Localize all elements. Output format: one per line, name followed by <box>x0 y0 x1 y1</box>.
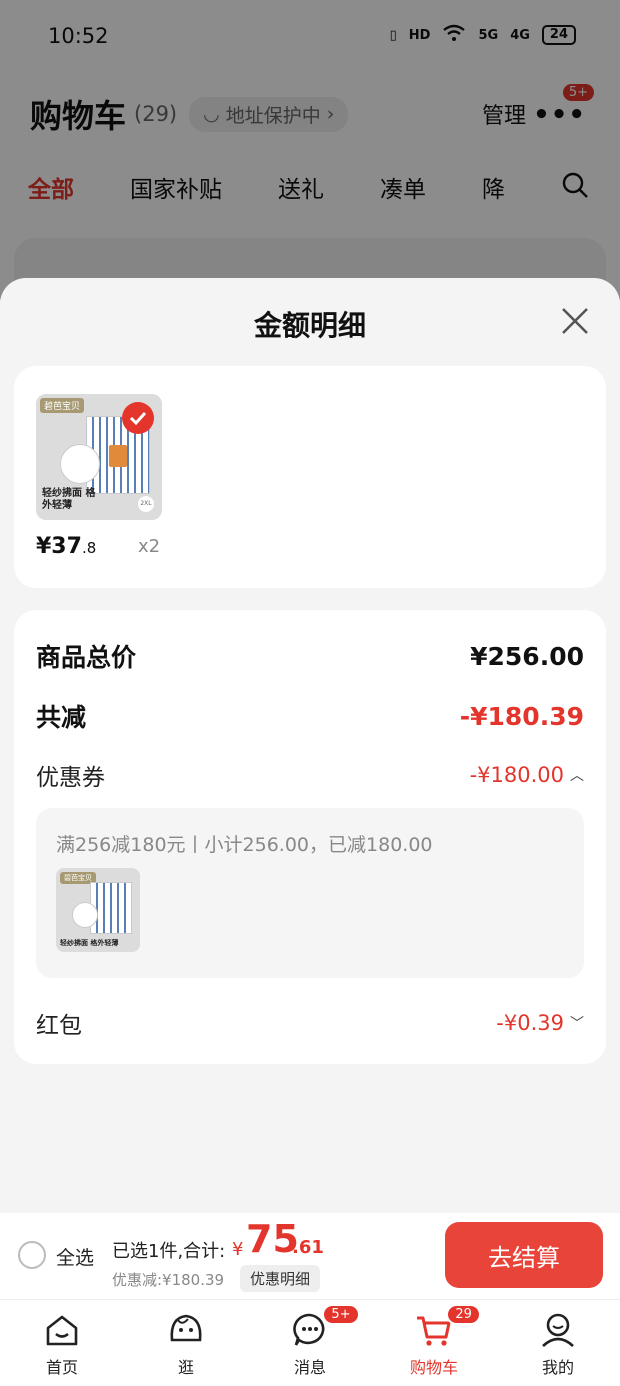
selected-check-icon <box>122 402 154 434</box>
coupon-value-wrap: -¥180.00 ︿ <box>470 763 584 787</box>
tab-messages[interactable]: 消息 5+ <box>248 1300 372 1386</box>
home-icon <box>46 1315 78 1346</box>
redpacket-value: -¥0.39 <box>496 1011 564 1035</box>
tab-cart[interactable]: 购物车 29 <box>372 1300 496 1386</box>
browse-icon <box>170 1314 202 1342</box>
product-list-card: 碧芭宝贝 轻纱拂面 格外轻薄 2XL ¥37.8 x2 <box>14 366 606 588</box>
amount-detail-sheet: 金额明细 碧芭宝贝 轻纱拂面 格外轻薄 2XL ¥37.8 x2 商品总价 ¥2… <box>0 278 620 1213</box>
coupon-product-thumbnail[interactable]: 碧芭宝贝 轻纱拂面 格外轻薄 <box>56 868 140 952</box>
selected-count-label: 已选1件,合计: <box>112 1241 226 1262</box>
coupon-value: -¥180.00 <box>469 763 564 787</box>
price-decimal: .8 <box>81 539 97 557</box>
total-amount-decimal: .61 <box>292 1237 324 1258</box>
product-quantity: x2 <box>138 536 161 557</box>
coupon-detail-box: 满256减180元丨小计256.00，已减180.00 碧芭宝贝 轻纱拂面 格外… <box>36 808 584 978</box>
discount-amount: 优惠减:¥180.39 <box>112 1271 225 1289</box>
select-all-label[interactable]: 全选 <box>56 1243 94 1270</box>
total-reduction-label: 共减 <box>36 703 87 732</box>
coupon-row[interactable]: 优惠券 -¥180.00 ︿ <box>36 758 584 792</box>
product-roll-image <box>60 444 100 484</box>
thumb-caption: 轻纱拂面 格外轻薄 <box>60 939 119 947</box>
total-reduction-value: -¥180.39 <box>459 701 584 731</box>
cart-badge: 29 <box>446 1304 481 1325</box>
total-reduction-row: 共减 -¥180.39 <box>36 698 584 734</box>
messages-badge: 5+ <box>322 1304 360 1325</box>
total-amount-integer: 75 <box>246 1217 299 1261</box>
thumb-brand-tag: 碧芭宝贝 <box>40 398 85 413</box>
redpacket-label: 红包 <box>36 1013 82 1039</box>
redpacket-value-wrap: -¥0.39 ﹀ <box>496 1011 584 1035</box>
chevron-down-icon[interactable]: ﹀ <box>570 1013 584 1033</box>
total-price-label: 商品总价 <box>36 643 137 672</box>
tab-home[interactable]: 首页 <box>0 1300 124 1386</box>
tab-profile[interactable]: 我的 <box>496 1300 620 1386</box>
product-roll-image <box>72 902 98 928</box>
product-price: ¥37.8 <box>36 534 96 559</box>
select-all-radio[interactable] <box>18 1241 46 1269</box>
total-price-row: 商品总价 ¥256.00 <box>36 638 584 674</box>
price-integer: ¥37 <box>36 534 82 559</box>
tab-browse[interactable]: 逛 <box>124 1300 248 1386</box>
total-price-value: ¥256.00 <box>470 641 584 671</box>
bottom-tab-bar: 首页 逛 消息 5+ 购物车 29 我的 <box>0 1299 620 1386</box>
total-currency: ¥ <box>232 1239 244 1260</box>
discount-detail-button[interactable]: 优惠明细 <box>240 1265 321 1292</box>
checkout-bar: 全选 已选1件,合计: ¥ 75 .61 优惠减:¥180.39 优惠明细 去结… <box>0 1213 620 1299</box>
tab-profile-label: 我的 <box>541 1358 574 1377</box>
thumb-size-badge: 2XL <box>138 496 154 512</box>
thumb-caption: 轻纱拂面 格外轻薄 <box>42 488 96 511</box>
checkout-button[interactable]: 去结算 <box>445 1222 603 1288</box>
tab-cart-label: 购物车 <box>409 1358 458 1377</box>
coupon-description: 满256减180元丨小计256.00，已减180.00 <box>56 834 433 856</box>
coupon-label: 优惠券 <box>36 765 105 791</box>
tab-browse-label: 逛 <box>177 1358 194 1377</box>
dim-overlay[interactable] <box>0 0 620 300</box>
tab-home-label: 首页 <box>45 1358 78 1377</box>
chevron-up-icon[interactable]: ︿ <box>570 765 584 785</box>
profile-icon <box>542 1313 574 1347</box>
redpacket-row[interactable]: 红包 -¥0.39 ﹀ <box>36 1006 584 1040</box>
tab-messages-label: 消息 <box>293 1358 326 1377</box>
price-summary-card: 商品总价 ¥256.00 共减 -¥180.39 优惠券 -¥180.00 ︿ … <box>14 610 606 1064</box>
sheet-title: 金额明细 <box>253 309 366 342</box>
close-icon[interactable] <box>558 304 592 338</box>
